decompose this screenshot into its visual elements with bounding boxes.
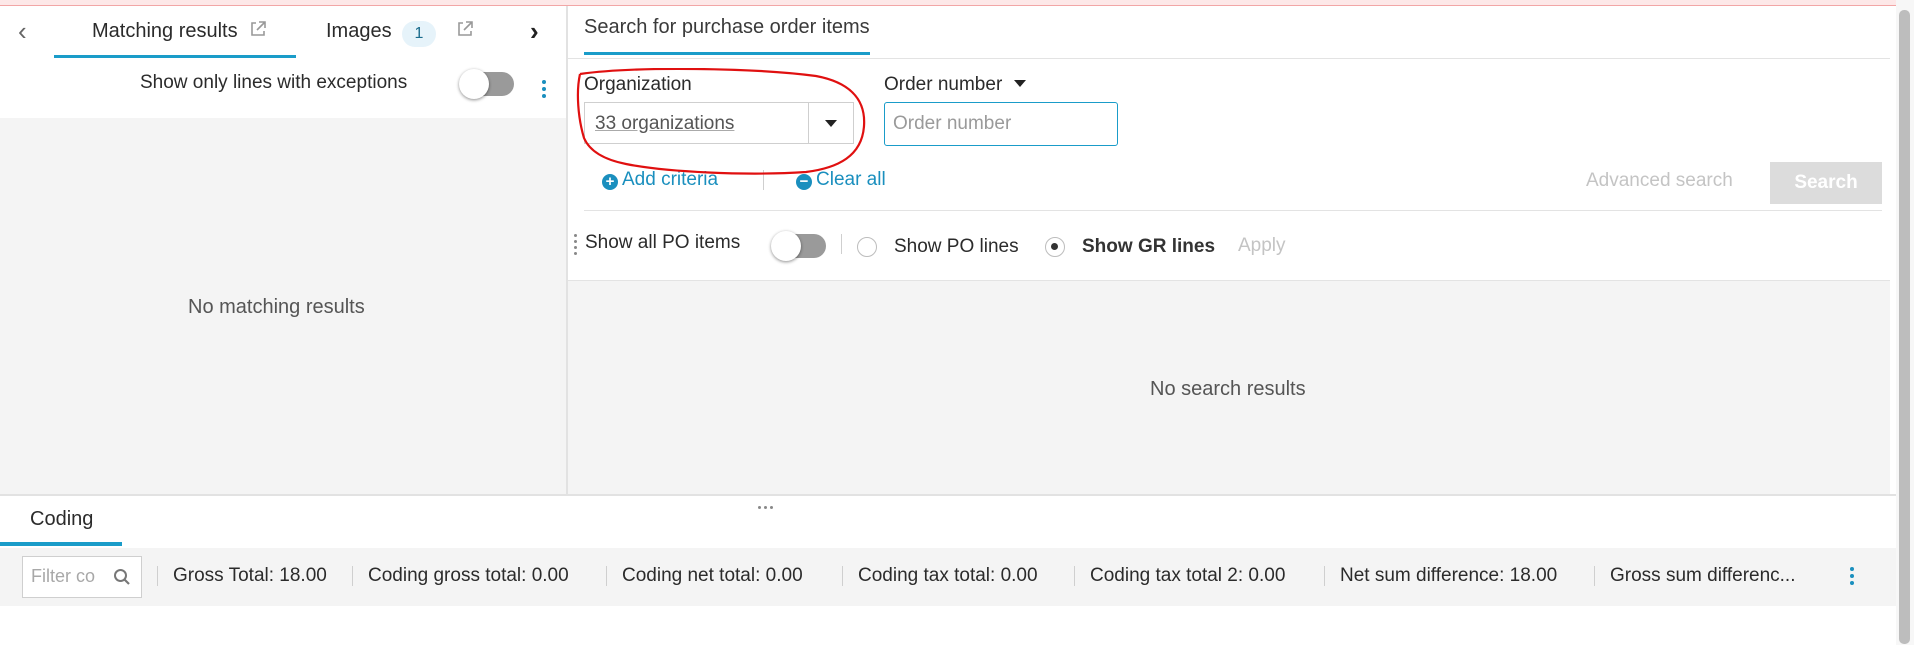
show-all-po-items-toggle[interactable]	[771, 231, 826, 261]
show-po-lines-radio[interactable]	[857, 237, 877, 257]
divider	[1324, 566, 1325, 586]
matching-tabbar: ‹ Matching results Images 1 ›	[0, 6, 566, 59]
no-search-results: No search results	[1150, 378, 1306, 400]
tab-images[interactable]: Images	[326, 20, 392, 43]
divider	[842, 566, 843, 586]
coding-tax-total: Coding tax total: 0.00	[858, 565, 1038, 586]
divider	[841, 234, 842, 254]
divider	[157, 566, 158, 586]
show-gr-lines-radio[interactable]	[1045, 237, 1065, 257]
divider	[1074, 566, 1075, 586]
order-number-label-text: Order number	[884, 74, 1003, 95]
show-po-lines-label: Show PO lines	[894, 236, 1019, 257]
coding-gross-total: Coding gross total: 0.00	[368, 565, 569, 586]
coding-net-total: Coding net total: 0.00	[622, 565, 803, 586]
divider	[606, 566, 607, 586]
more-options-icon[interactable]	[542, 80, 546, 101]
show-exceptions-label: Show only lines with exceptions	[140, 72, 408, 93]
coding-more-options-icon[interactable]	[1850, 567, 1854, 588]
plus-circle-icon: +	[602, 174, 618, 190]
order-number-input[interactable]	[884, 102, 1118, 146]
tab-matching-results-label: Matching results	[92, 20, 238, 42]
exceptions-option-row: Show only lines with exceptions	[0, 58, 566, 118]
drag-handle-icon[interactable]	[574, 234, 577, 258]
chevron-left-icon[interactable]: ‹	[18, 16, 27, 47]
tab-matching-results[interactable]: Matching results	[92, 20, 267, 43]
scrollbar-thumb[interactable]	[1899, 10, 1910, 644]
caret-down-icon	[1013, 80, 1026, 87]
active-tab-indicator	[584, 52, 870, 55]
tab-images-label: Images	[326, 20, 392, 42]
external-link-icon[interactable]	[249, 20, 267, 38]
order-number-label[interactable]: Order number	[884, 74, 1026, 96]
advanced-search-link[interactable]: Advanced search	[1586, 170, 1733, 192]
coding-tax-total-2: Coding tax total 2: 0.00	[1090, 565, 1286, 586]
apply-button[interactable]: Apply	[1238, 235, 1286, 257]
tab-search-po-items[interactable]: Search for purchase order items	[584, 16, 870, 39]
gross-sum-difference: Gross sum differenc...	[1610, 565, 1796, 586]
active-tab-indicator	[0, 542, 122, 546]
coding-filter[interactable]	[22, 556, 142, 598]
no-matching-results: No matching results	[188, 296, 365, 318]
tab-coding[interactable]: Coding	[30, 508, 93, 531]
coding-filter-input[interactable]	[29, 565, 113, 588]
search-icon[interactable]	[113, 568, 131, 586]
external-link-icon[interactable]	[456, 20, 474, 38]
show-all-po-items-label: Show all PO items	[585, 232, 741, 253]
divider	[568, 280, 1890, 281]
divider	[584, 210, 1882, 211]
images-count-badge: 1	[402, 21, 436, 47]
divider	[1594, 566, 1595, 586]
net-sum-difference: Net sum difference: 18.00	[1340, 565, 1558, 586]
divider	[352, 566, 353, 586]
chevron-right-icon[interactable]: ›	[530, 16, 539, 47]
minus-circle-icon: −	[796, 174, 812, 190]
search-button[interactable]: Search	[1770, 162, 1882, 204]
annotation-circle	[576, 68, 866, 175]
gross-total: Gross Total: 18.00	[173, 565, 327, 586]
divider	[568, 58, 1890, 59]
resize-handle-icon[interactable]	[758, 506, 780, 509]
show-gr-lines-label: Show GR lines	[1082, 236, 1216, 257]
show-exceptions-toggle[interactable]	[459, 69, 514, 99]
